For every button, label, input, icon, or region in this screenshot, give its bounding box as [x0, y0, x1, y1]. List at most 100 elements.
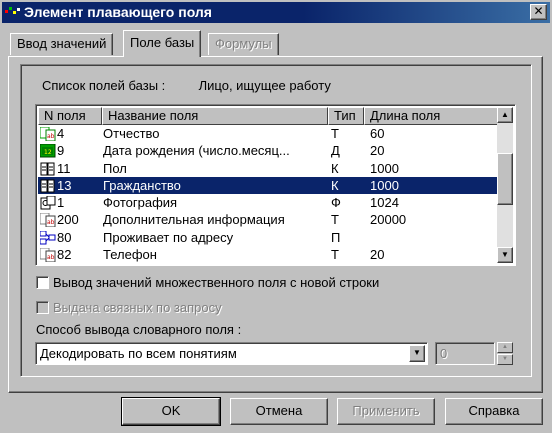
photo-field-icon: [40, 195, 56, 210]
field-name: Пол: [103, 160, 127, 176]
arrow-down-icon: ▼: [501, 250, 509, 259]
dictionary-output-label: Способ вывода словарного поля :: [36, 322, 242, 337]
table-row[interactable]: 80 Проживает по адресу П: [38, 229, 498, 246]
field-name: Гражданство: [103, 177, 181, 193]
app-icon: [5, 7, 20, 14]
tab-input-values[interactable]: Ввод значений: [10, 33, 114, 55]
chevron-down-icon: ▼: [413, 348, 421, 357]
dictionary-output-select[interactable]: Декодировать по всем понятиям ▼: [35, 342, 428, 365]
field-list-info: Список полей базы : Лицо, ищущее работу: [42, 78, 331, 93]
close-icon: ✕: [533, 4, 544, 18]
field-name: Отчество: [103, 126, 160, 141]
link-field-icon: [39, 230, 56, 245]
field-number: 80: [57, 229, 72, 245]
text-field-icon: ab: [39, 126, 56, 142]
column-header-type[interactable]: Тип: [328, 107, 364, 125]
field-number: 11: [57, 160, 71, 176]
column-header-length[interactable]: Длина поля: [364, 107, 498, 125]
attachment-field-icon: ab: [39, 212, 56, 228]
column-header-number[interactable]: N поля: [38, 107, 102, 125]
field-length: 1000: [370, 177, 399, 193]
multi-value-newline-option[interactable]: Вывод значений множественного поля с нов…: [36, 275, 379, 290]
window-title: Элемент плавающего поля: [24, 4, 212, 20]
table-row[interactable]: 11 Пол К 1000: [38, 160, 498, 177]
svg-text:12: 12: [44, 149, 52, 156]
dialog-window: Элемент плавающего поля ✕ Ввод значений …: [0, 0, 552, 433]
linked-on-request-option: Выдача связных по запросу: [36, 300, 222, 315]
help-button[interactable]: Справка: [445, 398, 543, 425]
spinner-buttons: ▲ ▼: [497, 342, 513, 365]
field-list-value: Лицо, ищущее работу: [198, 78, 331, 93]
field-type: Ф: [331, 195, 341, 211]
tab-label: Формулы: [215, 36, 272, 51]
spinner-value: 0: [440, 346, 448, 361]
cancel-button[interactable]: Отмена: [230, 398, 328, 425]
dropdown-button[interactable]: ▼: [409, 345, 425, 362]
field-name: Дата рождения (число.месяц...: [103, 143, 290, 159]
title-bar: Элемент плавающего поля ✕: [2, 2, 550, 23]
field-name: Проживает по адресу: [103, 229, 234, 245]
dictionary-output-value: Декодировать по всем понятиям: [40, 346, 237, 361]
listview-header: N поля Название поля Тип Длина поля: [38, 107, 498, 125]
scroll-thumb[interactable]: [497, 153, 513, 205]
field-type: К: [331, 160, 339, 176]
listview-rows: ab 4 Отчество Т 60 12 9 Дата рождения (чис…: [38, 125, 498, 263]
table-row-selected[interactable]: 13 Гражданство К 1000: [38, 176, 498, 195]
dictionary-field-icon: [40, 162, 56, 176]
field-list-label: Список полей базы :: [42, 78, 166, 93]
table-row[interactable]: 12 9 Дата рождения (число.месяц... Д 20: [38, 142, 498, 159]
field-type: Д: [331, 143, 340, 159]
table-row[interactable]: 1 Фотография Ф 1024: [38, 194, 498, 211]
field-length: 1024: [370, 195, 399, 211]
listview-scrollbar[interactable]: ▲ ▼: [497, 107, 513, 263]
table-row[interactable]: ab 4 Отчество Т 60: [38, 125, 498, 142]
field-name: Фотография: [103, 195, 178, 211]
field-length: 20: [370, 143, 385, 159]
scroll-down-button[interactable]: ▼: [497, 247, 513, 263]
date-field-icon: 12: [39, 143, 56, 158]
tab-label: Ввод значений: [17, 36, 107, 51]
dictionary-field-icon: [40, 179, 56, 193]
field-type: К: [331, 177, 339, 193]
close-button[interactable]: ✕: [530, 4, 547, 20]
linked-on-request-label: Выдача связных по запросу: [53, 300, 222, 315]
field-number: 13: [57, 177, 72, 193]
fields-listview[interactable]: N поля Название поля Тип Длина поля ab 4 …: [35, 104, 516, 266]
field-type: Т: [331, 247, 339, 263]
tab-base-field[interactable]: Поле базы: [123, 30, 202, 57]
field-number: 1: [57, 195, 65, 211]
tab-label: Поле базы: [130, 35, 195, 50]
svg-text:ab: ab: [47, 219, 55, 226]
text-field-icon: ab: [39, 247, 56, 263]
multi-value-newline-checkbox[interactable]: [36, 276, 49, 289]
field-number: 9: [57, 143, 65, 159]
spinner-up-button: ▲: [497, 342, 513, 353]
ok-button[interactable]: OK: [121, 397, 221, 426]
field-type: Т: [331, 212, 339, 228]
apply-button: Применить: [337, 398, 435, 425]
svg-text:ab: ab: [47, 254, 55, 261]
field-length: 20000: [370, 212, 407, 228]
arrow-down-icon: ▼: [502, 356, 508, 362]
field-number: 4: [57, 126, 65, 141]
field-length: 60: [370, 126, 385, 141]
field-number: 82: [57, 247, 72, 263]
field-type: Т: [331, 126, 339, 141]
field-type: П: [331, 229, 341, 245]
spinner-down-button: ▼: [497, 354, 513, 365]
svg-text:ab: ab: [47, 133, 55, 140]
multi-value-newline-label: Вывод значений множественного поля с нов…: [53, 275, 380, 290]
field-number: 200: [57, 212, 79, 228]
field-length: 20: [370, 247, 385, 263]
linked-on-request-checkbox: [36, 301, 49, 314]
column-header-name[interactable]: Название поля: [102, 107, 328, 125]
field-length: 1000: [370, 160, 399, 176]
tab-formulas: Формулы: [208, 33, 279, 55]
field-name: Телефон: [103, 247, 157, 263]
arrow-up-icon: ▲: [501, 110, 509, 119]
scroll-up-button[interactable]: ▲: [497, 107, 513, 123]
field-name: Дополнительная информация: [103, 212, 285, 228]
table-row[interactable]: ab 82 Телефон Т 20: [38, 246, 498, 263]
arrow-up-icon: ▲: [502, 344, 508, 350]
table-row[interactable]: ab 200 Дополнительная информация Т 20000: [38, 211, 498, 228]
